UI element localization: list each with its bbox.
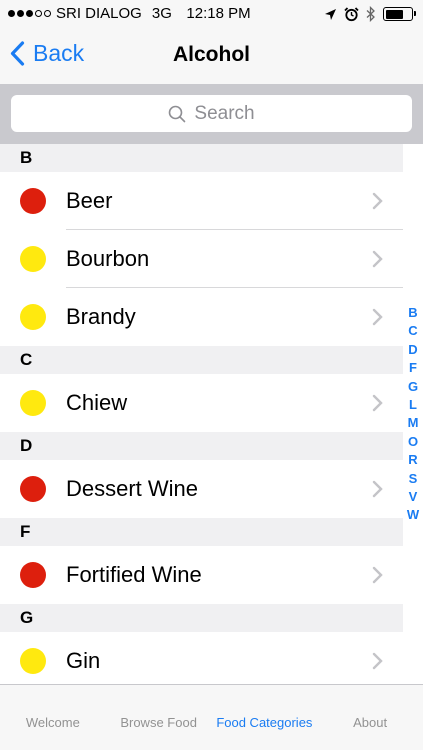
section-header-c: C <box>0 346 403 374</box>
chevron-right-icon <box>372 480 383 498</box>
signal-dot <box>8 10 15 17</box>
list-item-chiew[interactable]: Chiew <box>0 374 403 432</box>
list-item-beer[interactable]: Beer <box>0 172 403 230</box>
list-item-gin[interactable]: Gin <box>0 632 403 684</box>
status-bar: SRI DIALOG 3G 12:18 PM <box>0 0 423 28</box>
location-arrow-icon <box>325 8 336 20</box>
index-letter-l[interactable]: L <box>403 396 423 414</box>
chevron-right-icon <box>372 250 383 268</box>
chevron-right-icon <box>372 652 383 670</box>
list-item-brandy[interactable]: Brandy <box>0 288 403 346</box>
status-time: 12:18 PM <box>186 5 251 22</box>
list-item-label: Chiew <box>66 390 128 415</box>
section-header-g: G <box>0 604 403 632</box>
index-letter-s[interactable]: S <box>403 470 423 488</box>
tab-welcome[interactable]: Welcome <box>0 685 106 750</box>
section-index[interactable]: BCDFGLMORSVW <box>403 144 423 684</box>
list-item-label: Brandy <box>66 304 136 329</box>
chevron-right-icon <box>372 394 383 412</box>
index-letter-w[interactable]: W <box>403 506 423 524</box>
index-letter-b[interactable]: B <box>403 304 423 322</box>
section-header-d: D <box>0 432 403 460</box>
carrier-name: SRI DIALOG <box>56 5 142 22</box>
bluetooth-icon <box>366 6 375 22</box>
index-letter-r[interactable]: R <box>403 451 423 469</box>
battery-level-fill <box>385 9 403 19</box>
index-letter-g[interactable]: G <box>403 378 423 396</box>
search-placeholder: Search <box>194 102 255 124</box>
list-item-label: Bourbon <box>66 246 150 271</box>
index-letter-o[interactable]: O <box>403 433 423 451</box>
chevron-right-icon <box>372 192 383 210</box>
search-icon <box>169 105 186 122</box>
signal-dot <box>44 10 51 17</box>
list-item-label: Dessert Wine <box>66 476 199 501</box>
battery-icon <box>383 7 416 21</box>
red-status-dot-icon <box>20 476 46 502</box>
status-left: SRI DIALOG 3G <box>8 5 172 22</box>
navigation-bar: Back Alcohol <box>0 28 423 84</box>
signal-strength-icon <box>8 10 51 17</box>
index-letter-c[interactable]: C <box>403 322 423 340</box>
tab-about[interactable]: About <box>317 685 423 750</box>
red-status-dot-icon <box>20 562 46 588</box>
chevron-right-icon <box>372 308 383 326</box>
signal-dot <box>26 10 33 17</box>
section-header-f: F <box>0 518 403 546</box>
search-input[interactable]: Search <box>11 95 412 132</box>
yellow-status-dot-icon <box>20 648 46 674</box>
list-item-label: Fortified Wine <box>66 562 202 587</box>
section-header-b: B <box>0 144 403 172</box>
tab-bar: Welcome Browse Food Food Categories About <box>0 684 423 750</box>
signal-dot <box>17 10 24 17</box>
chevron-right-icon <box>372 566 383 584</box>
alarm-clock-icon <box>344 6 359 21</box>
list-item-fortified-wine[interactable]: Fortified Wine <box>0 546 403 604</box>
yellow-status-dot-icon <box>20 304 46 330</box>
red-status-dot-icon <box>20 188 46 214</box>
list-item-dessert-wine[interactable]: Dessert Wine <box>0 460 403 518</box>
tab-food-categories[interactable]: Food Categories <box>212 685 318 750</box>
list-item-label: Gin <box>66 648 101 673</box>
tab-browse-food[interactable]: Browse Food <box>106 685 212 750</box>
yellow-status-dot-icon <box>20 390 46 416</box>
page-title: Alcohol <box>173 43 250 66</box>
index-letter-v[interactable]: V <box>403 488 423 506</box>
index-letter-d[interactable]: D <box>403 341 423 359</box>
search-bar: Search <box>0 84 423 144</box>
index-letter-m[interactable]: M <box>403 414 423 432</box>
status-right <box>324 6 416 22</box>
food-list[interactable]: B Beer Bourbon Brandy C Chiew D Dessert Wine F Fo… <box>0 144 403 684</box>
signal-dot <box>35 10 42 17</box>
network-type: 3G <box>151 5 172 22</box>
index-letter-f[interactable]: F <box>403 359 423 377</box>
section-index-list: BCDFGLMORSVW <box>403 304 423 525</box>
list-item-label: Beer <box>66 188 113 213</box>
yellow-status-dot-icon <box>20 246 46 272</box>
list-item-bourbon[interactable]: Bourbon <box>0 230 403 288</box>
